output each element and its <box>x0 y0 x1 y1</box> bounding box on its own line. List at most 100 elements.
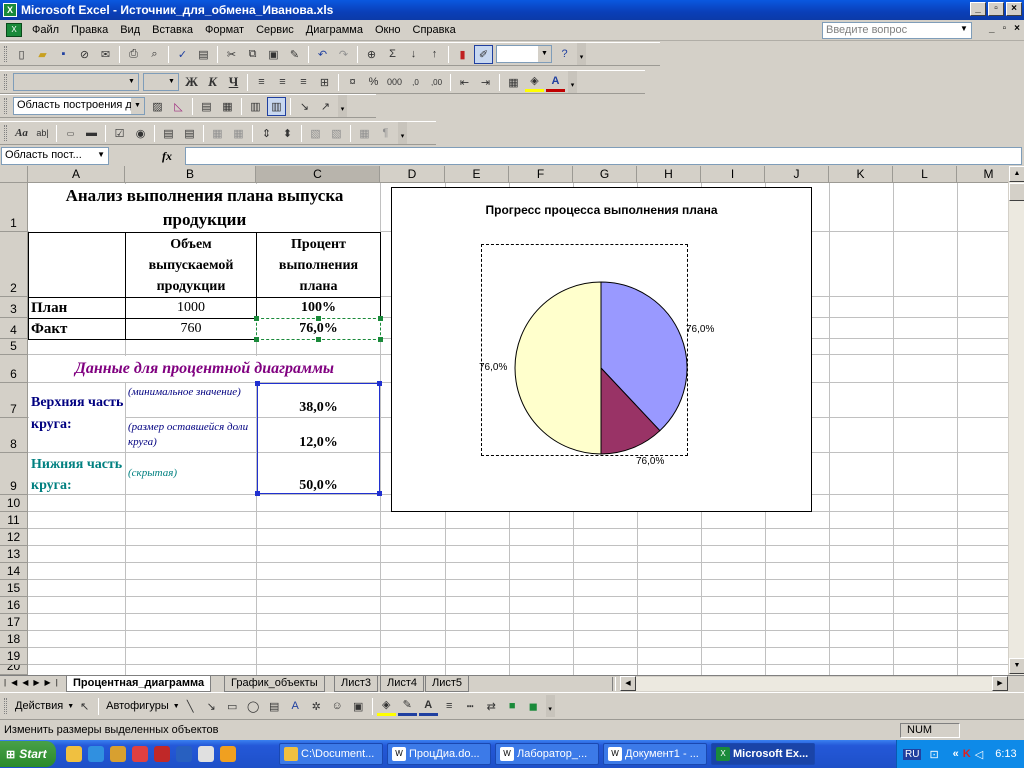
menu-format[interactable]: Формат <box>199 24 250 36</box>
range-selection[interactable] <box>257 383 380 494</box>
help-dropdown-icon[interactable]: ▼ <box>960 24 968 33</box>
range-handle[interactable] <box>255 381 260 386</box>
row-header[interactable]: 13 <box>0 546 28 563</box>
percent-icon[interactable]: % <box>364 73 383 92</box>
menu-window[interactable]: Окно <box>369 24 407 36</box>
range-handle[interactable] <box>255 491 260 496</box>
wordart-icon[interactable]: A <box>286 697 305 716</box>
combo-dropdown-edit-icon[interactable]: ▦ <box>229 124 248 143</box>
clipart-icon[interactable]: ☺ <box>328 697 347 716</box>
col-header-m[interactable]: M <box>957 166 1008 183</box>
close-button[interactable]: × <box>1006 2 1022 16</box>
tab-split-handle[interactable] <box>612 677 616 691</box>
tray-speaker-icon[interactable]: ◁ <box>975 748 983 761</box>
cell-b2[interactable]: Объем выпускаемой продукции <box>125 232 257 298</box>
format-plot-area-icon[interactable]: ▨ <box>148 97 167 116</box>
quicklaunch-opera-icon[interactable] <box>154 746 170 762</box>
cell-b9[interactable]: (скрытая) <box>126 454 256 494</box>
by-row-icon[interactable]: ▥ <box>246 97 265 116</box>
format-painter-icon[interactable]: ✎ <box>285 45 304 64</box>
menu-tools[interactable]: Сервис <box>250 24 300 36</box>
col-header-j[interactable]: J <box>765 166 829 183</box>
menu-view[interactable]: Вид <box>114 24 146 36</box>
control-properties-icon[interactable]: ▧ <box>306 124 325 143</box>
group-box-icon[interactable]: ▭ <box>61 124 80 143</box>
open-icon[interactable]: ▰ <box>33 45 52 64</box>
line-color-icon[interactable]: ✎ <box>397 697 417 716</box>
diagram-icon[interactable]: ✲ <box>307 697 326 716</box>
language-indicator[interactable]: RU <box>903 748 922 760</box>
workbook-icon[interactable]: X <box>6 23 22 37</box>
row-header[interactable]: 18 <box>0 631 28 648</box>
quicklaunch-clock-icon[interactable] <box>220 746 236 762</box>
new-icon[interactable]: ▯ <box>12 45 31 64</box>
selection-handle[interactable] <box>316 316 321 321</box>
hyperlink-icon[interactable]: ⊕ <box>362 45 381 64</box>
col-header-l[interactable]: L <box>893 166 957 183</box>
scroll-left-icon[interactable]: ◀ <box>620 676 636 691</box>
task-explorer[interactable]: C:\Document... <box>279 743 383 765</box>
label-icon[interactable]: Aa <box>12 124 31 143</box>
tab-percent-chart[interactable]: Процентная_диаграмма <box>66 676 212 692</box>
save-icon[interactable]: ▪ <box>54 45 73 64</box>
quicklaunch-word-icon[interactable] <box>176 746 192 762</box>
underline-button[interactable]: Ч <box>224 73 243 92</box>
maximize-button[interactable]: ▫ <box>988 2 1004 16</box>
toolbar-grip[interactable] <box>4 46 7 62</box>
col-header-d[interactable]: D <box>380 166 445 183</box>
picture-icon[interactable]: ▣ <box>349 697 368 716</box>
undo-icon[interactable]: ↶ <box>313 45 332 64</box>
checkbox-icon[interactable]: ☑ <box>110 124 129 143</box>
list-box-icon[interactable]: ▤ <box>159 124 178 143</box>
selection-handle[interactable] <box>378 316 383 321</box>
cell-b7[interactable]: (минимальное значение) <box>126 384 256 417</box>
row-header[interactable]: 12 <box>0 529 28 546</box>
fill-color-icon[interactable]: ◈ <box>525 73 544 92</box>
task-word-2[interactable]: W Лаборатор_... <box>495 743 599 765</box>
scroll-down-icon[interactable]: ▼ <box>1009 658 1024 674</box>
selection-handle[interactable] <box>254 337 259 342</box>
merge-center-icon[interactable]: ⊞ <box>315 73 334 92</box>
legend-icon[interactable]: ▤ <box>197 97 216 116</box>
tab-sheet5[interactable]: Лист5 <box>425 676 470 692</box>
quicklaunch-explorer-icon[interactable] <box>66 746 82 762</box>
row-header[interactable]: 19 <box>0 648 28 665</box>
decrease-indent-icon[interactable]: ⇤ <box>455 73 474 92</box>
tab-chart-objects[interactable]: График_объекты <box>224 676 325 692</box>
toolbar-options-icon[interactable]: ▾ <box>338 95 347 117</box>
tab-sheet4[interactable]: Лист4 <box>380 676 425 692</box>
chart-objects-combo[interactable]: Область построения д ▼ <box>13 97 145 115</box>
option-button-icon[interactable]: ◉ <box>131 124 150 143</box>
cell-b3[interactable]: 1000 <box>125 297 257 319</box>
row-header[interactable]: 3 <box>0 297 28 318</box>
menu-help[interactable]: Справка <box>407 24 462 36</box>
name-box-dropdown-icon[interactable]: ▼ <box>97 150 105 159</box>
angle-text-down-icon[interactable]: ↘ <box>295 97 314 116</box>
row-header[interactable]: 4 <box>0 318 28 339</box>
align-center-icon[interactable]: ≡ <box>273 73 292 92</box>
textbox-icon[interactable]: ▤ <box>265 697 284 716</box>
permission-icon[interactable]: ⊘ <box>75 45 94 64</box>
chart-wizard-icon[interactable]: ▮ <box>453 45 472 64</box>
data-table-icon[interactable]: ▦ <box>218 97 237 116</box>
col-header-c[interactable]: C <box>256 166 380 183</box>
rectangle-icon[interactable]: ▭ <box>223 697 242 716</box>
task-word-3[interactable]: W Документ1 - ... <box>603 743 707 765</box>
col-header-e[interactable]: E <box>445 166 509 183</box>
pie-slice[interactable] <box>514 281 602 455</box>
data-label[interactable]: 76,0% <box>686 324 714 335</box>
row-header[interactable]: 5 <box>0 339 28 355</box>
row-header[interactable]: 9 <box>0 453 28 495</box>
italic-button[interactable]: К <box>203 73 222 92</box>
scroll-thumb[interactable] <box>1009 183 1024 201</box>
toolbar-grip[interactable] <box>4 698 7 714</box>
paste-icon[interactable]: ▣ <box>264 45 283 64</box>
row-header[interactable]: 6 <box>0 355 28 383</box>
row-header[interactable]: 16 <box>0 597 28 614</box>
autosum-icon[interactable]: Σ <box>383 45 402 64</box>
redo-icon[interactable]: ↷ <box>334 45 353 64</box>
toolbar-grip[interactable] <box>4 74 7 90</box>
vertical-scrollbar[interactable]: ▲ ▼ <box>1008 166 1024 675</box>
increase-indent-icon[interactable]: ⇥ <box>476 73 495 92</box>
quicklaunch-ie-icon[interactable] <box>88 746 104 762</box>
